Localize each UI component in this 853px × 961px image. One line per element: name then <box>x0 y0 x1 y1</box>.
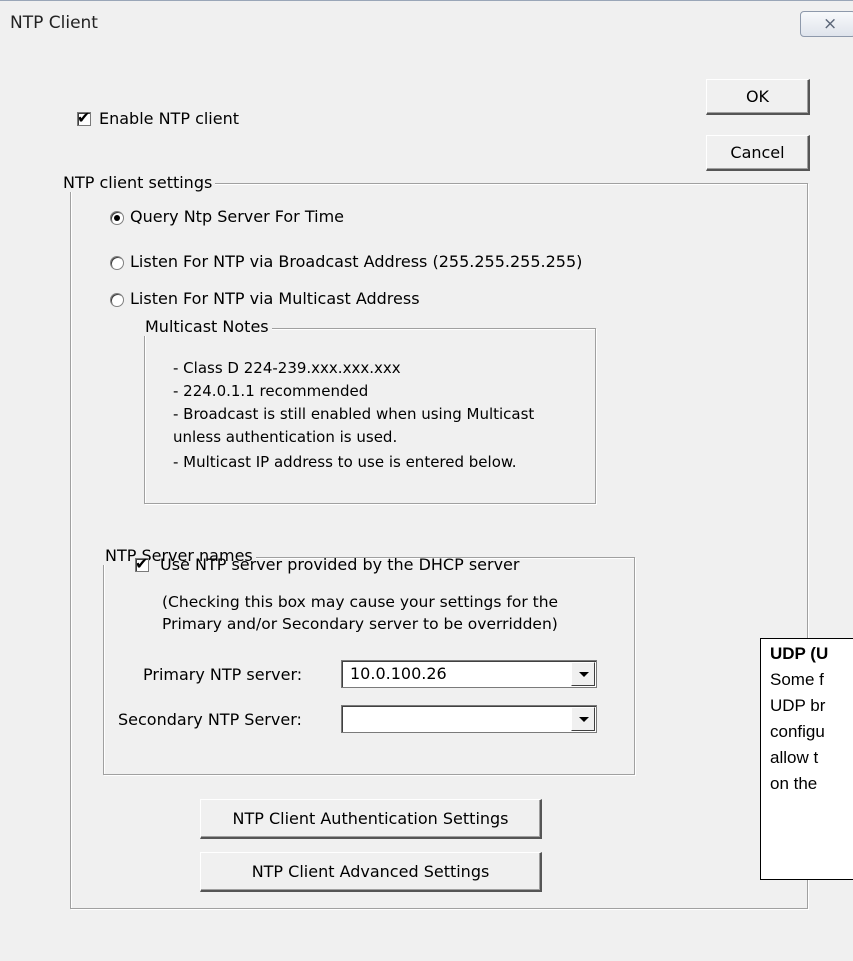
callout-line: allow t <box>770 748 819 767</box>
enable-ntp-label: Enable NTP client <box>99 109 240 128</box>
ntp-client-settings-legend: NTP client settings <box>60 173 216 192</box>
secondary-server-combo[interactable] <box>341 705 597 733</box>
radio-query-server[interactable] <box>110 211 124 225</box>
secondary-server-label: Secondary NTP Server: <box>118 710 302 729</box>
cancel-button[interactable]: Cancel <box>706 135 810 171</box>
primary-server-combo[interactable]: 10.0.100.26 <box>341 660 597 688</box>
radio-multicast[interactable] <box>110 293 124 307</box>
use-dhcp-ntp-label: Use NTP server provided by the DHCP serv… <box>160 555 520 574</box>
window-title: NTP Client <box>10 13 98 33</box>
authentication-settings-button[interactable]: NTP Client Authentication Settings <box>200 799 542 839</box>
dhcp-override-note-line1: (Checking this box may cause your settin… <box>162 593 559 611</box>
primary-server-label: Primary NTP server: <box>143 665 303 684</box>
callout-line: configu <box>770 722 825 741</box>
primary-dropdown-button[interactable] <box>571 662 595 686</box>
callout-line: on the <box>770 774 818 793</box>
title-bar: NTP Client ⨯ <box>0 1 853 45</box>
close-icon: ⨯ <box>823 14 838 34</box>
radio-broadcast-label: Listen For NTP via Broadcast Address (25… <box>130 252 583 271</box>
ntp-client-dialog: NTP Client ⨯ OK Cancel ✔ Enable NTP clie… <box>0 0 853 961</box>
chevron-down-icon <box>579 672 589 677</box>
callout-heading: UDP (U <box>770 644 829 663</box>
radio-query-server-label: Query Ntp Server For Time <box>130 207 344 226</box>
enable-ntp-checkbox[interactable]: ✔ <box>77 108 91 127</box>
advanced-settings-label: NTP Client Advanced Settings <box>251 862 490 881</box>
checkmark-icon: ✔ <box>135 554 149 573</box>
udp-callout-box: UDP (U Some f UDP br configu allow t on … <box>760 638 853 880</box>
radio-multicast-label: Listen For NTP via Multicast Address <box>130 289 420 308</box>
authentication-settings-label: NTP Client Authentication Settings <box>232 809 509 828</box>
radio-broadcast[interactable] <box>110 256 124 270</box>
radio-selected-dot <box>114 215 120 221</box>
chevron-down-icon <box>579 717 589 722</box>
advanced-settings-button[interactable]: NTP Client Advanced Settings <box>200 852 542 892</box>
ok-button-label: OK <box>745 87 770 106</box>
callout-line: Some f <box>770 670 824 689</box>
callout-line: UDP br <box>770 696 826 715</box>
primary-server-value: 10.0.100.26 <box>350 664 447 683</box>
cancel-button-label: Cancel <box>730 143 785 162</box>
multicast-note-line: - Class D 224-239.xxx.xxx.xxx <box>173 359 401 377</box>
checkmark-icon: ✔ <box>77 108 91 127</box>
multicast-note-line: - 224.0.1.1 recommended <box>173 382 369 400</box>
ok-button[interactable]: OK <box>706 79 810 115</box>
use-dhcp-ntp-checkbox[interactable]: ✔ <box>135 554 149 573</box>
multicast-notes-legend: Multicast Notes <box>142 317 272 336</box>
dhcp-override-note-line2: Primary and/or Secondary server to be ov… <box>162 615 558 633</box>
multicast-note-line: - Multicast IP address to use is entered… <box>173 453 517 471</box>
multicast-note-line: unless authentication is used. <box>173 428 398 446</box>
close-button[interactable]: ⨯ <box>800 11 853 37</box>
multicast-note-line: - Broadcast is still enabled when using … <box>173 405 535 423</box>
secondary-dropdown-button[interactable] <box>571 707 595 731</box>
